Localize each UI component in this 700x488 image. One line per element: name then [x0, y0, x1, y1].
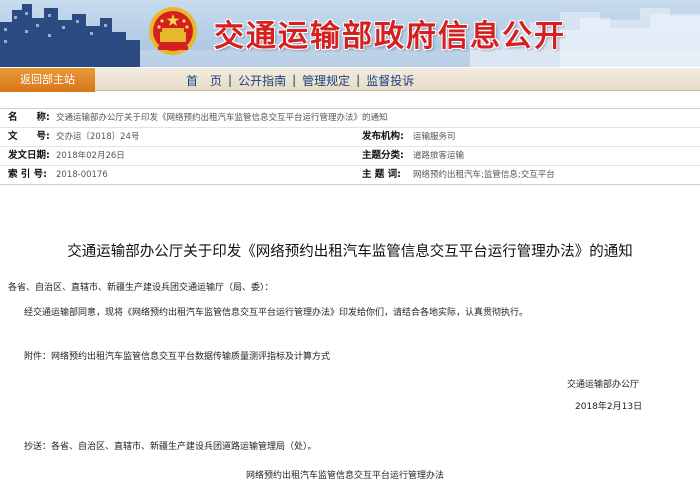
meta-label-index: 索 引 号: [8, 169, 47, 180]
meta-value-date: 2018年02月26日 [56, 151, 125, 161]
national-emblem-icon [149, 7, 197, 55]
document-title: 交通运输部办公厅关于印发《网络预约出租汽车监管信息交互平台运行管理办法》的通知 [67, 244, 633, 260]
document-cc: 抄送：各省、自治区、直辖市、新疆生产建设兵团道路运输管理局（处）。 [24, 442, 317, 452]
nav-item-guide[interactable]: 公开指南 [238, 72, 286, 89]
meta-row-name: 名 称: 交通运输部办公厅关于印发《网络预约出租汽车监管信息交互平台运行管理办法… [0, 109, 700, 128]
nav-separator: | [356, 73, 361, 87]
meta-label-keywords: 主 题 词: [362, 169, 401, 180]
document-metadata-table: 名 称: 交通运输部办公厅关于印发《网络预约出租汽车监管信息交互平台运行管理办法… [0, 108, 700, 185]
meta-row-date: 发文日期: 2018年02月26日 主题分类: 道路旅客运输 [0, 147, 700, 166]
meta-value-category: 道路旅客运输 [413, 151, 465, 161]
meta-row-index: 索 引 号: 2018-00176 主 题 词: 网络预约出租汽车;监管信息;交… [0, 166, 700, 185]
site-title: 交通运输部政府信息公开 [214, 19, 566, 54]
document-signature-date: 2018年2月13日 [575, 402, 643, 412]
document-signature-org: 交通运输部办公厅 [567, 380, 640, 390]
meta-value-index: 2018-00176 [56, 170, 108, 180]
nav-item-regulations[interactable]: 管理规定 [302, 72, 350, 89]
main-nav: 返回部主站 首 页 | 公开指南 | 管理规定 | 监督投诉 [0, 67, 700, 92]
back-to-main-site-link[interactable]: 返回部主站 [0, 68, 95, 92]
meta-label-name: 名 称: [8, 112, 50, 123]
nav-item-home[interactable]: 首 页 [186, 72, 222, 89]
header-banner: 交通运输部政府信息公开 [0, 0, 700, 67]
meta-label-date: 发文日期: [8, 150, 50, 161]
nav-separator: | [292, 73, 297, 87]
meta-row-doc-number: 文 号: 交办运〔2018〕24号 发布机构: 运输服务司 [0, 128, 700, 147]
nav-links: 首 页 | 公开指南 | 管理规定 | 监督投诉 [186, 68, 414, 92]
meta-value-name: 交通运输部办公厅关于印发《网络预约出租汽车监管信息交互平台运行管理办法》的通知 [56, 113, 388, 123]
meta-value-doc-number: 交办运〔2018〕24号 [56, 132, 140, 142]
nav-item-complaints[interactable]: 监督投诉 [366, 72, 414, 89]
nav-separator: | [228, 73, 233, 87]
annex-title: 网络预约出租汽车监管信息交互平台运行管理办法 [246, 471, 445, 481]
meta-label-doc-number: 文 号: [8, 131, 50, 142]
meta-label-issuer: 发布机构: [362, 131, 404, 142]
document-salutation: 各省、自治区、直辖市、新疆生产建设兵团交通运输厅（局、委）： [8, 283, 274, 293]
meta-label-category: 主题分类: [362, 150, 404, 161]
meta-value-issuer: 运输服务司 [413, 132, 456, 142]
document-attachment: 附件：网络预约出租汽车监管信息交互平台数据传输质量测评指标及计算方式 [24, 352, 331, 362]
meta-value-keywords: 网络预约出租汽车;监管信息;交互平台 [413, 170, 555, 180]
document-body-paragraph: 经交通运输部同意，现将《网络预约出租汽车监管信息交互平台运行管理办法》印发给你们… [24, 308, 529, 318]
